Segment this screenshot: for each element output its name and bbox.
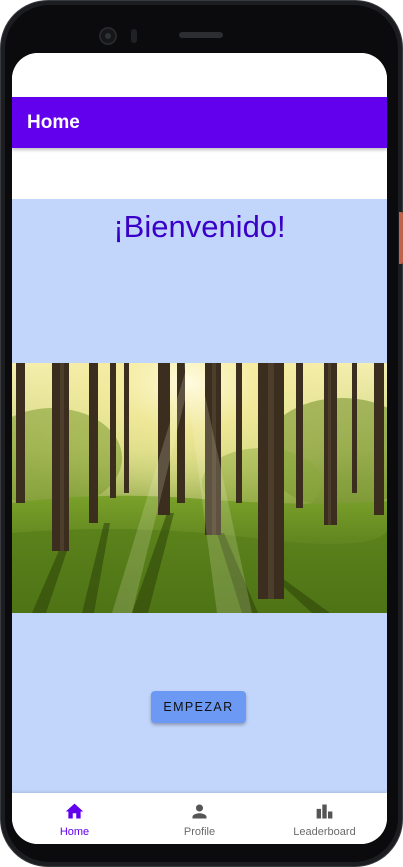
person-icon: [192, 804, 207, 819]
nav-item-home[interactable]: Home: [12, 793, 137, 844]
front-camera: [99, 27, 117, 45]
phone-frame: Home ¡Bienvenido! EMPEZAR Home Profile L…: [0, 0, 403, 867]
nav-label-home: Home: [59, 826, 90, 838]
status-bar: [12, 53, 387, 97]
welcome-heading: ¡Bienvenido!: [113, 209, 286, 244]
forest-image: [12, 363, 387, 613]
bar-chart-icon: [316, 804, 333, 819]
earpiece-speaker: [179, 32, 223, 38]
home-content: ¡Bienvenido! EMPEZAR: [12, 199, 387, 793]
top-app-bar: Home: [12, 97, 387, 148]
power-button: [399, 212, 403, 264]
nav-label-profile: Profile: [183, 826, 216, 838]
proximity-sensor: [131, 29, 137, 43]
app-screen: Home ¡Bienvenido! EMPEZAR Home Profile L…: [12, 53, 387, 844]
app-bar-title: Home: [27, 112, 80, 133]
start-button[interactable]: EMPEZAR: [151, 691, 246, 723]
nav-label-leaderboard: Leaderboard: [293, 826, 356, 838]
nav-item-profile[interactable]: Profile: [137, 793, 262, 844]
home-icon: [65, 803, 84, 819]
nav-item-leaderboard[interactable]: Leaderboard: [262, 793, 387, 844]
bottom-navigation: Home Profile Leaderboard: [12, 793, 387, 844]
